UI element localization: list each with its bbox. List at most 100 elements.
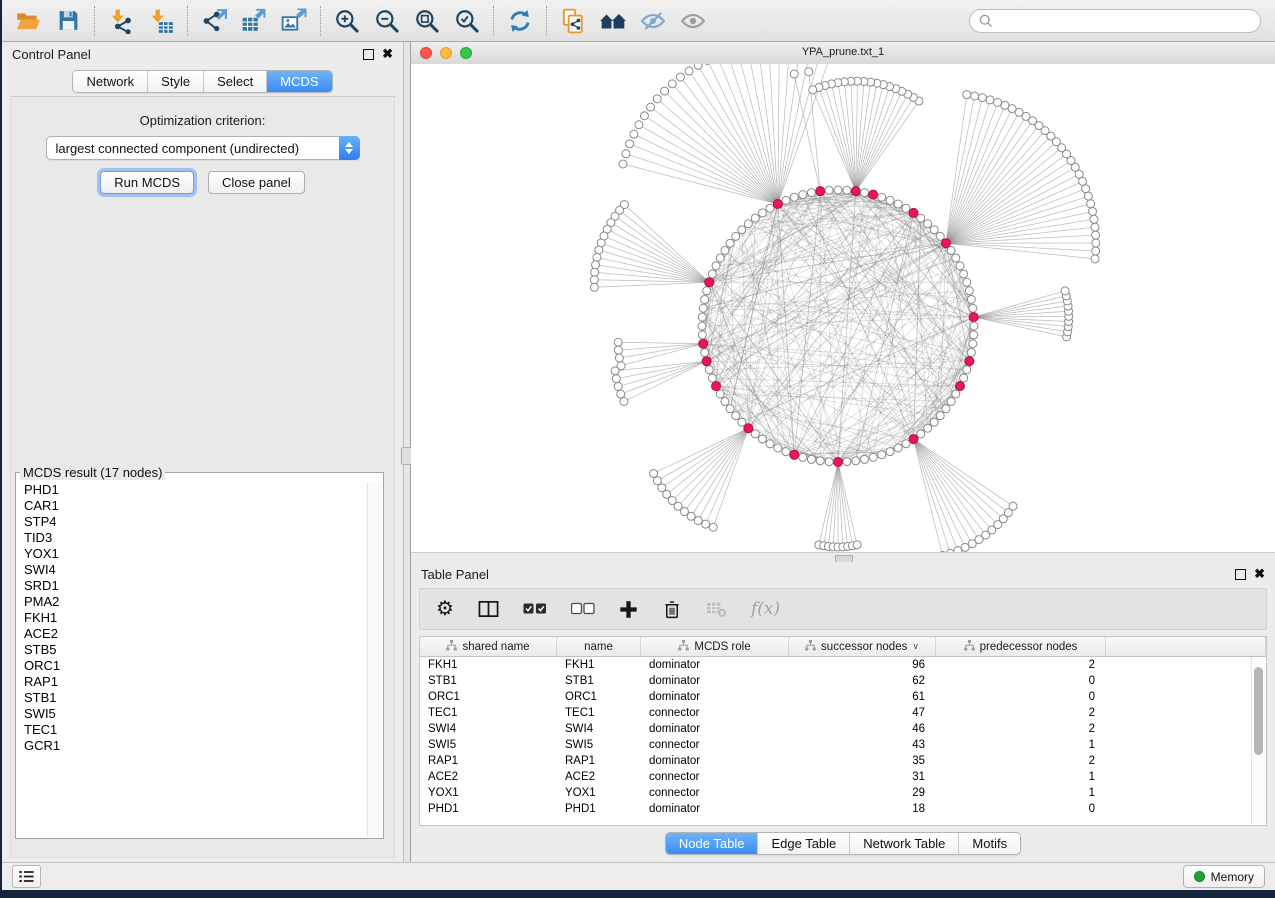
column-header-MCDS-role[interactable]: MCDS role [641,637,789,656]
dropdown-stepper-icon [339,136,360,160]
result-list-item[interactable]: SWI5 [17,706,382,722]
hide-selected-icon[interactable] [633,5,673,37]
tab-style[interactable]: Style [147,71,203,92]
table-cell: YOX1 [420,787,557,799]
duplicate-network-icon[interactable] [553,5,593,37]
tab-edge-table[interactable]: Edge Table [757,833,849,854]
table-row[interactable]: ACE2ACE2connector311 [420,769,1266,785]
tab-mcds[interactable]: MCDS [266,71,331,92]
refresh-view-icon[interactable] [500,5,540,37]
network-graph[interactable] [411,64,1275,552]
column-header-name[interactable]: name [557,637,641,656]
result-list-item[interactable]: PMA2 [17,594,382,610]
first-neighbors-icon[interactable] [593,5,633,37]
zoom-out-icon[interactable] [367,5,407,37]
tab-select[interactable]: Select [203,71,266,92]
table-body: FKH1FKH1dominator962STB1STB1dominator620… [420,657,1266,817]
control-panel: Control Panel ✖ NetworkStyleSelectMCDS O… [2,42,403,862]
column-label: name [584,641,613,653]
minimize-window-icon[interactable] [440,47,452,59]
result-list-item[interactable]: TID3 [17,530,382,546]
result-list-item[interactable]: RAP1 [17,674,382,690]
import-network-icon[interactable] [101,5,141,37]
sort-indicator-icon: ∨ [912,641,919,652]
float-panel-icon[interactable] [363,49,374,60]
network-titlebar: YPA_prune.txt_1 [411,42,1275,65]
result-list-item[interactable]: STB1 [17,690,382,706]
unselect-all-columns-icon[interactable] [571,597,595,621]
vertical-splitter[interactable] [403,42,411,862]
import-table-icon[interactable] [141,5,181,37]
table-row[interactable]: STB1STB1dominator620 [420,673,1266,689]
column-header-successor-nodes[interactable]: successor nodes∨ [789,637,936,656]
result-list-item[interactable]: TEC1 [17,722,382,738]
open-file-icon[interactable] [8,5,48,37]
float-panel-icon[interactable] [1235,569,1246,580]
save-session-icon[interactable] [48,5,88,37]
close-panel-button[interactable]: Close panel [208,171,305,194]
close-window-icon[interactable] [420,47,432,59]
result-list-item[interactable]: STB5 [17,642,382,658]
result-list-item[interactable]: STP4 [17,514,382,530]
table-header-row: shared name name MCDS rolesuccessor nodes∨… [420,637,1266,657]
table-row[interactable]: TEC1TEC1connector472 [420,705,1266,721]
application-window: Control Panel ✖ NetworkStyleSelectMCDS O… [2,0,1275,890]
result-list-item[interactable]: GCR1 [17,738,382,754]
table-row[interactable]: SWI5SWI5connector431 [420,737,1266,753]
result-list-item[interactable]: PHD1 [17,482,382,498]
export-image-icon[interactable] [274,5,314,37]
table-row[interactable]: ORC1ORC1dominator610 [420,689,1266,705]
show-all-icon[interactable] [673,5,713,37]
table-cell: 62 [789,675,936,687]
result-list-item[interactable]: SWI4 [17,562,382,578]
export-table-icon[interactable] [234,5,274,37]
result-list-item[interactable]: YOX1 [17,546,382,562]
zoom-fit-icon[interactable] [407,5,447,37]
result-list-item[interactable]: SRD1 [17,578,382,594]
table-cell: PHD1 [557,803,641,815]
column-layout-icon[interactable] [478,597,499,621]
export-network-icon[interactable] [194,5,234,37]
node-table: shared name name MCDS rolesuccessor nodes∨… [419,636,1267,826]
result-list-item[interactable]: FKH1 [17,610,382,626]
task-history-button[interactable] [12,865,41,888]
tab-network-table[interactable]: Network Table [849,833,958,854]
column-type-icon [446,640,457,654]
run-mcds-button[interactable]: Run MCDS [100,171,194,194]
table-scrollbar-thumb[interactable] [1254,667,1263,755]
table-cell: ORC1 [557,691,641,703]
optimization-criterion-dropdown[interactable]: largest connected component (undirected) [46,136,360,160]
table-row[interactable]: SWI4SWI4dominator462 [420,721,1266,737]
table-row[interactable]: FKH1FKH1dominator962 [420,657,1266,673]
column-header-shared-name[interactable]: shared name [420,637,557,656]
table-scrollbar[interactable] [1251,657,1265,824]
column-header-predecessor-nodes[interactable]: predecessor nodes [936,637,1106,656]
result-list-item[interactable]: CAR1 [17,498,382,514]
search-box[interactable] [969,9,1261,33]
tab-network[interactable]: Network [73,71,147,92]
memory-button[interactable]: Memory [1183,865,1265,888]
tab-motifs[interactable]: Motifs [958,833,1020,854]
table-row[interactable]: YOX1YOX1connector291 [420,785,1266,801]
close-panel-icon[interactable]: ✖ [1254,569,1265,579]
table-row[interactable]: PHD1PHD1dominator180 [420,801,1266,817]
result-list-scrollbar[interactable] [367,482,382,837]
result-list-item[interactable]: ACE2 [17,626,382,642]
close-panel-icon[interactable]: ✖ [382,49,393,59]
table-cell: 1 [936,771,1106,783]
network-canvas[interactable] [411,64,1275,552]
create-column-icon[interactable] [619,597,638,621]
table-row[interactable]: RAP1RAP1dominator352 [420,753,1266,769]
table-settings-icon[interactable]: ⚙ [436,597,454,621]
search-input[interactable] [999,13,1260,29]
mcds-result-list[interactable]: PHD1CAR1STP4TID3YOX1SWI4SRD1PMA2FKH1ACE2… [17,482,382,837]
column-label: predecessor nodes [980,641,1078,653]
zoom-in-icon[interactable] [327,5,367,37]
select-all-columns-icon[interactable] [523,597,547,621]
tab-node-table[interactable]: Node Table [666,833,758,854]
zoom-selected-icon[interactable] [447,5,487,37]
delete-column-icon[interactable] [662,597,682,621]
maximize-window-icon[interactable] [460,47,472,59]
table-cell: 2 [936,707,1106,719]
result-list-item[interactable]: ORC1 [17,658,382,674]
